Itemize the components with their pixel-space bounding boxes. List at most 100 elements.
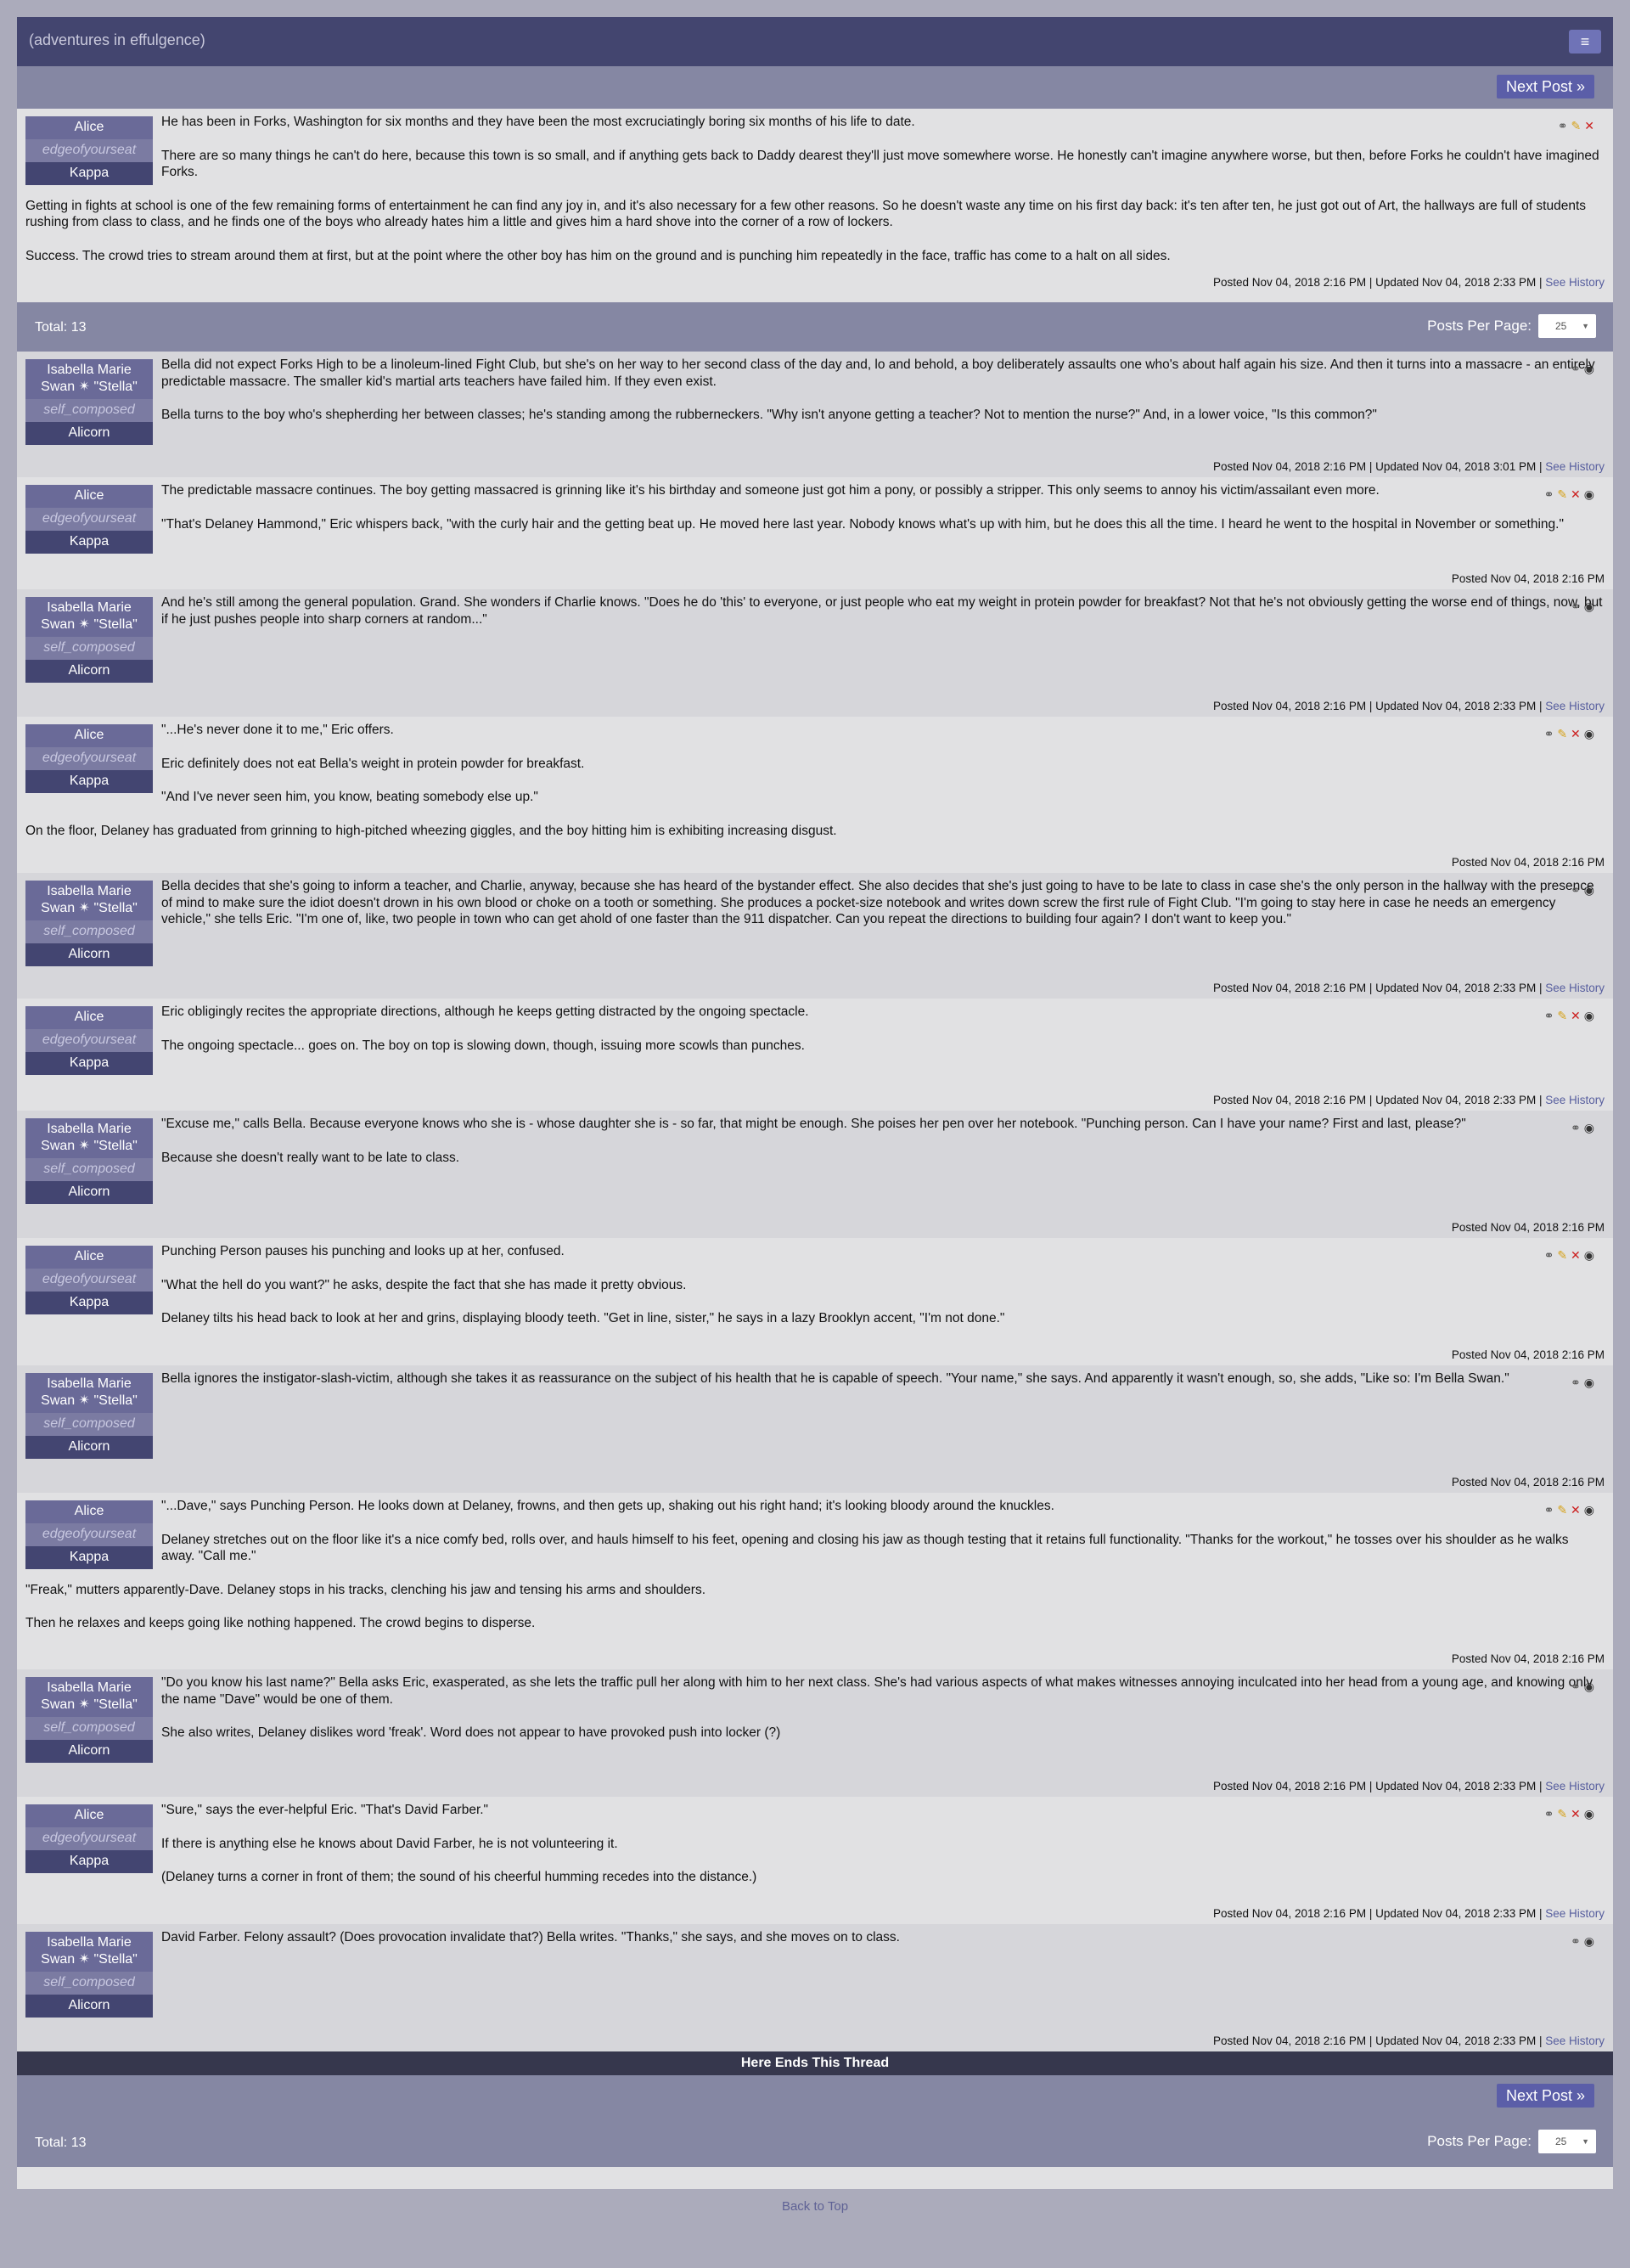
next-post-button[interactable]: Next Post » bbox=[1496, 75, 1594, 98]
character-name[interactable]: Alice bbox=[25, 1804, 153, 1827]
board-name[interactable]: Kappa bbox=[25, 1052, 153, 1075]
screen-name[interactable]: edgeofyourseat bbox=[25, 747, 153, 770]
link-icon[interactable]: ⚭ bbox=[1571, 1376, 1584, 1389]
screen-name[interactable]: edgeofyourseat bbox=[25, 139, 153, 162]
board-name[interactable]: Kappa bbox=[25, 1546, 153, 1569]
eye-icon[interactable]: ◉ bbox=[1584, 1503, 1598, 1517]
link-icon[interactable]: ⚭ bbox=[1544, 1503, 1558, 1517]
edit-icon[interactable]: ✎ bbox=[1557, 487, 1571, 501]
screen-name[interactable]: edgeofyourseat bbox=[25, 508, 153, 531]
character-name[interactable]: Alice bbox=[25, 116, 153, 139]
board-name[interactable]: Alicorn bbox=[25, 1436, 153, 1459]
see-history-link[interactable]: See History bbox=[1545, 460, 1605, 473]
delete-icon[interactable]: ✕ bbox=[1571, 1248, 1584, 1262]
eye-icon[interactable]: ◉ bbox=[1584, 599, 1598, 613]
eye-icon[interactable]: ◉ bbox=[1584, 1121, 1598, 1134]
eye-icon[interactable]: ◉ bbox=[1584, 1934, 1598, 1948]
character-name[interactable]: Isabella Marie Swan ✴ "Stella" bbox=[25, 1932, 153, 1972]
delete-icon[interactable]: ✕ bbox=[1571, 1009, 1584, 1022]
board-name[interactable]: Alicorn bbox=[25, 422, 153, 445]
character-name[interactable]: Alice bbox=[25, 485, 153, 508]
delete-icon[interactable]: ✕ bbox=[1571, 1807, 1584, 1821]
eye-icon[interactable]: ◉ bbox=[1584, 1807, 1598, 1821]
see-history-link[interactable]: See History bbox=[1545, 1907, 1605, 1920]
screen-name[interactable]: self_composed bbox=[25, 920, 153, 943]
link-icon[interactable]: ⚭ bbox=[1544, 1248, 1558, 1262]
screen-name[interactable]: edgeofyourseat bbox=[25, 1269, 153, 1292]
link-icon[interactable]: ⚭ bbox=[1571, 883, 1584, 897]
screen-name[interactable]: edgeofyourseat bbox=[25, 1523, 153, 1546]
site-title[interactable]: (adventures in effulgence) bbox=[29, 31, 205, 49]
eye-icon[interactable]: ◉ bbox=[1584, 487, 1598, 501]
character-name[interactable]: Isabella Marie Swan ✴ "Stella" bbox=[25, 1373, 153, 1413]
posts-per-page-select[interactable]: 25 ▼ bbox=[1538, 314, 1596, 338]
eye-icon[interactable]: ◉ bbox=[1584, 727, 1598, 740]
screen-name[interactable]: self_composed bbox=[25, 1972, 153, 1995]
character-name[interactable]: Isabella Marie Swan ✴ "Stella" bbox=[25, 1118, 153, 1158]
delete-icon[interactable]: ✕ bbox=[1571, 727, 1584, 740]
edit-icon[interactable]: ✎ bbox=[1557, 1248, 1571, 1262]
see-history-link[interactable]: See History bbox=[1545, 982, 1605, 994]
edit-icon[interactable]: ✎ bbox=[1557, 727, 1571, 740]
eye-icon[interactable]: ◉ bbox=[1584, 883, 1598, 897]
edit-icon[interactable]: ✎ bbox=[1571, 119, 1585, 132]
next-post-button[interactable]: Next Post » bbox=[1496, 2084, 1594, 2108]
link-icon[interactable]: ⚭ bbox=[1544, 487, 1558, 501]
link-icon[interactable]: ⚭ bbox=[1571, 1680, 1584, 1693]
board-name[interactable]: Kappa bbox=[25, 1292, 153, 1314]
board-name[interactable]: Alicorn bbox=[25, 943, 153, 966]
character-name[interactable]: Isabella Marie Swan ✴ "Stella" bbox=[25, 597, 153, 637]
see-history-link[interactable]: See History bbox=[1545, 700, 1605, 712]
delete-icon[interactable]: ✕ bbox=[1584, 119, 1598, 132]
board-name[interactable]: Kappa bbox=[25, 1850, 153, 1873]
character-name[interactable]: Isabella Marie Swan ✴ "Stella" bbox=[25, 1677, 153, 1717]
character-name[interactable]: Alice bbox=[25, 1246, 153, 1269]
posts-per-page-select[interactable]: 25 ▼ bbox=[1538, 2130, 1596, 2153]
eye-icon[interactable]: ◉ bbox=[1584, 1248, 1598, 1262]
link-icon[interactable]: ⚭ bbox=[1571, 599, 1584, 613]
character-name[interactable]: Alice bbox=[25, 1006, 153, 1029]
board-name[interactable]: Alicorn bbox=[25, 1740, 153, 1763]
eye-icon[interactable]: ◉ bbox=[1584, 1376, 1598, 1389]
board-name[interactable]: Alicorn bbox=[25, 1995, 153, 2018]
link-icon[interactable]: ⚭ bbox=[1558, 119, 1571, 132]
screen-name[interactable]: self_composed bbox=[25, 1413, 153, 1436]
screen-name[interactable]: edgeofyourseat bbox=[25, 1029, 153, 1052]
post-actions: ⚭✎✕◉ bbox=[1544, 1503, 1598, 1517]
edit-icon[interactable]: ✎ bbox=[1557, 1807, 1571, 1821]
menu-button[interactable]: ≡ bbox=[1569, 30, 1601, 53]
edit-icon[interactable]: ✎ bbox=[1557, 1009, 1571, 1022]
board-name[interactable]: Alicorn bbox=[25, 660, 153, 683]
link-icon[interactable]: ⚭ bbox=[1571, 1121, 1584, 1134]
board-name[interactable]: Kappa bbox=[25, 531, 153, 554]
board-name[interactable]: Kappa bbox=[25, 162, 153, 185]
character-name[interactable]: Isabella Marie Swan ✴ "Stella" bbox=[25, 359, 153, 399]
link-icon[interactable]: ⚭ bbox=[1571, 362, 1584, 375]
screen-name[interactable]: edgeofyourseat bbox=[25, 1827, 153, 1850]
edit-icon[interactable]: ✎ bbox=[1557, 1503, 1571, 1517]
screen-name[interactable]: self_composed bbox=[25, 1717, 153, 1740]
eye-icon[interactable]: ◉ bbox=[1584, 1680, 1598, 1693]
character-name[interactable]: Alice bbox=[25, 724, 153, 747]
delete-icon[interactable]: ✕ bbox=[1571, 487, 1584, 501]
link-icon[interactable]: ⚭ bbox=[1571, 1934, 1584, 1948]
character-name[interactable]: Isabella Marie Swan ✴ "Stella" bbox=[25, 881, 153, 920]
see-history-link[interactable]: See History bbox=[1545, 1094, 1605, 1106]
delete-icon[interactable]: ✕ bbox=[1571, 1503, 1584, 1517]
see-history-link[interactable]: See History bbox=[1545, 276, 1605, 289]
board-name[interactable]: Kappa bbox=[25, 770, 153, 793]
link-icon[interactable]: ⚭ bbox=[1544, 1807, 1558, 1821]
eye-icon[interactable]: ◉ bbox=[1584, 362, 1598, 375]
see-history-link[interactable]: See History bbox=[1545, 1780, 1605, 1792]
eye-icon[interactable]: ◉ bbox=[1584, 1009, 1598, 1022]
post-content: "Sure," says the ever-helpful Eric. "Tha… bbox=[25, 1802, 1605, 1886]
board-name[interactable]: Alicorn bbox=[25, 1181, 153, 1204]
link-icon[interactable]: ⚭ bbox=[1544, 1009, 1558, 1022]
screen-name[interactable]: self_composed bbox=[25, 1158, 153, 1181]
character-name[interactable]: Alice bbox=[25, 1500, 153, 1523]
see-history-link[interactable]: See History bbox=[1545, 2034, 1605, 2047]
screen-name[interactable]: self_composed bbox=[25, 399, 153, 422]
back-to-top-link[interactable]: Back to Top bbox=[0, 2199, 1630, 2214]
link-icon[interactable]: ⚭ bbox=[1544, 727, 1558, 740]
screen-name[interactable]: self_composed bbox=[25, 637, 153, 660]
